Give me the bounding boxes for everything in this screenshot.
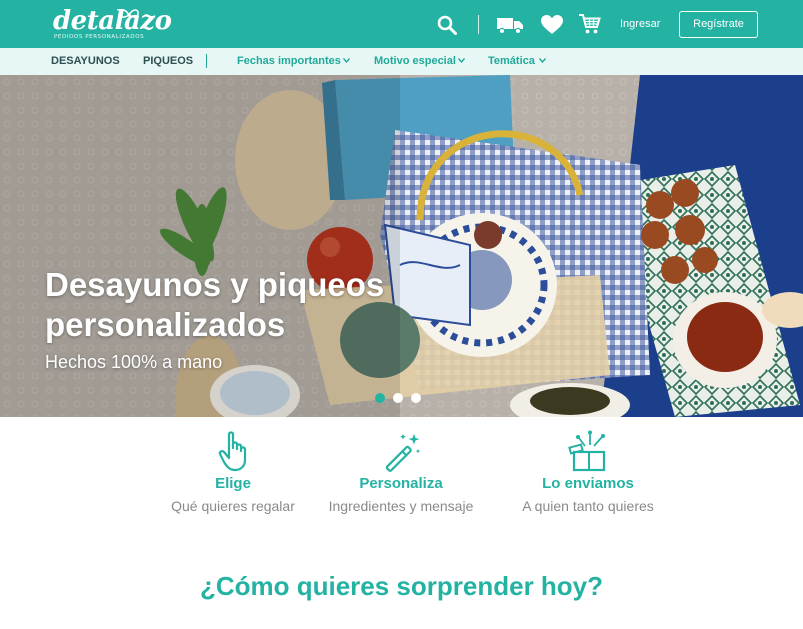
nav-label: Motivo especial	[374, 55, 456, 67]
search-icon[interactable]	[437, 15, 457, 35]
bow-icon	[119, 9, 139, 18]
step-description: Ingredientes y mensaje	[328, 498, 474, 514]
nav-label: Temática	[488, 55, 535, 67]
step-title: Elige	[215, 475, 251, 492]
nav-item-fechas-importantes[interactable]: Fechas importantes	[237, 55, 350, 68]
magic-wand-icon	[385, 434, 421, 472]
register-button[interactable]: Regístrate	[679, 11, 758, 38]
carousel-dot[interactable]	[375, 393, 385, 403]
gift-icon	[568, 430, 606, 472]
hero-banner[interactable]: Desayunos y piqueos personalizados Hecho…	[0, 75, 803, 417]
login-link[interactable]: Ingresar	[620, 17, 660, 31]
header-divider	[478, 15, 479, 34]
step-title: Lo enviamos	[542, 475, 634, 492]
nav-divider	[206, 54, 207, 68]
nav-item-desayunos[interactable]: DESAYUNOS	[51, 55, 120, 68]
truck-icon[interactable]	[497, 15, 524, 35]
logo-wordmark: detalazo	[53, 6, 172, 36]
step-title: Personaliza	[359, 475, 443, 492]
step-elige: Elige Qué quieres regalar	[143, 430, 323, 515]
main-nav: DESAYUNOS PIQUEOS Fechas importantes Mot…	[0, 48, 803, 75]
logo[interactable]: detalazo PEDIDOS PERSONALIZADOS	[53, 6, 172, 44]
hero-title: Desayunos y piqueos personalizados	[45, 266, 385, 343]
heart-icon[interactable]	[541, 15, 563, 35]
logo-tagline: PEDIDOS PERSONALIZADOS	[54, 34, 145, 40]
nav-item-motivo-especial[interactable]: Motivo especial	[374, 55, 465, 68]
step-personaliza: Personaliza Ingredientes y mensaje	[311, 430, 491, 515]
chevron-down-icon	[457, 58, 465, 63]
top-bar: detalazo PEDIDOS PERSONALIZADOS Ingresar…	[0, 0, 803, 48]
chevron-down-icon	[538, 58, 546, 63]
step-description: A quien tanto quieres	[522, 498, 654, 514]
section-title: ¿Cómo quieres sorprender hoy?	[199, 571, 604, 601]
step-description: Qué quieres regalar	[171, 498, 295, 514]
hand-pointer-icon	[218, 431, 247, 472]
cart-icon[interactable]	[578, 13, 601, 35]
hero-subtitle: Hechos 100% a mano	[45, 352, 223, 372]
nav-item-piqueos[interactable]: PIQUEOS	[143, 55, 193, 68]
carousel-dots	[375, 393, 425, 405]
chevron-down-icon	[342, 58, 350, 63]
carousel-dot[interactable]	[393, 393, 403, 403]
nav-item-tematica[interactable]: Temática	[488, 55, 546, 68]
step-lo-enviamos: Lo enviamos A quien tanto quieres	[498, 430, 678, 515]
nav-label: Fechas importantes	[237, 55, 341, 67]
carousel-dot[interactable]	[411, 393, 421, 403]
